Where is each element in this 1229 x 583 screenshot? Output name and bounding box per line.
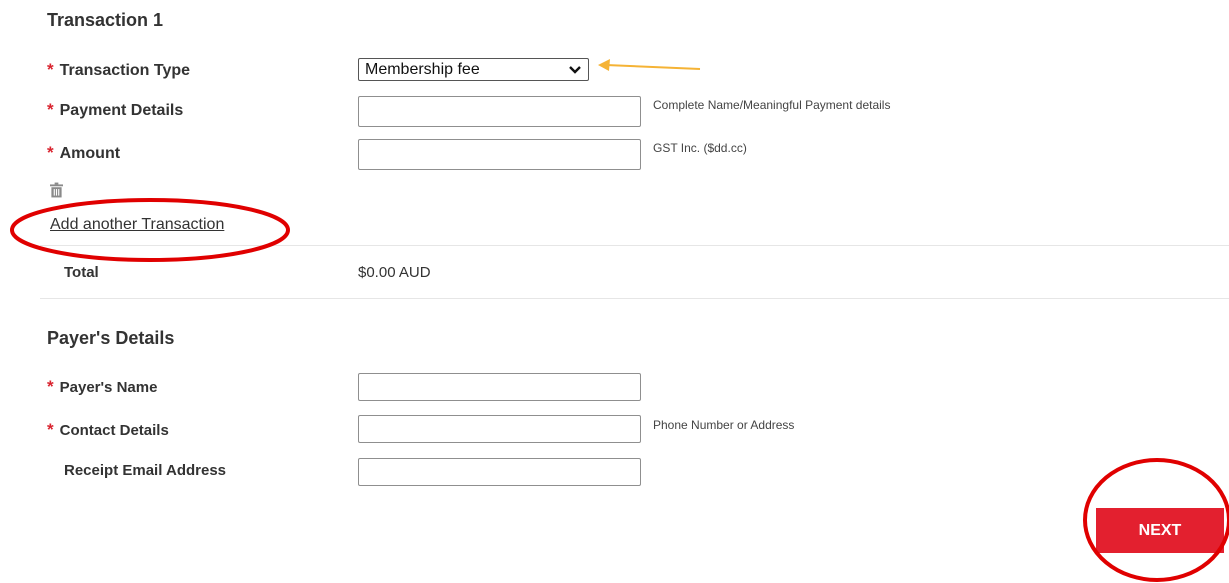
payer-name-label-text: Payer's Name <box>59 379 158 396</box>
annotation-arrow-line <box>605 64 701 70</box>
transaction-type-select[interactable]: Membership fee <box>358 58 589 81</box>
contact-details-hint: Phone Number or Address <box>653 418 795 432</box>
required-marker: * <box>47 143 54 162</box>
add-transaction-link[interactable]: Add another Transaction <box>50 216 224 234</box>
contact-details-input[interactable] <box>358 415 641 443</box>
payer-details-title: Payer's Details <box>47 328 175 348</box>
payment-details-label: * Payment Details <box>47 100 183 120</box>
transaction-type-label: * Transaction Type <box>47 60 190 80</box>
payment-details-hint: Complete Name/Meaningful Payment details <box>653 98 891 112</box>
trash-icon[interactable] <box>50 182 63 198</box>
payment-details-input[interactable] <box>358 96 641 127</box>
total-value: $0.00 AUD <box>358 264 431 281</box>
receipt-email-label: Receipt Email Address <box>64 462 227 479</box>
transaction-title: Transaction 1 <box>47 10 164 30</box>
required-marker: * <box>47 60 54 79</box>
receipt-email-input[interactable] <box>358 458 641 486</box>
next-button[interactable]: NEXT <box>1096 508 1224 553</box>
amount-label-text: Amount <box>59 145 121 162</box>
contact-details-label: * Contact Details <box>47 420 169 440</box>
transaction-type-value: Membership fee <box>365 61 480 78</box>
required-marker: * <box>47 420 54 439</box>
transaction-type-label-text: Transaction Type <box>59 62 191 79</box>
annotation-overlay <box>10 59 1229 582</box>
divider <box>40 245 1229 246</box>
total-label: Total <box>64 264 99 281</box>
required-marker: * <box>47 377 54 396</box>
amount-hint: GST Inc. ($dd.cc) <box>653 141 747 155</box>
contact-details-label-text: Contact Details <box>59 422 169 439</box>
amount-input[interactable] <box>358 139 641 170</box>
chevron-down-icon <box>569 66 581 74</box>
annotation-arrow-head <box>598 59 610 71</box>
payer-name-input[interactable] <box>358 373 641 401</box>
divider <box>40 298 1229 299</box>
amount-label: * Amount <box>47 143 120 163</box>
payer-name-label: * Payer's Name <box>47 377 157 397</box>
payment-details-label-text: Payment Details <box>59 102 184 119</box>
required-marker: * <box>47 100 54 119</box>
